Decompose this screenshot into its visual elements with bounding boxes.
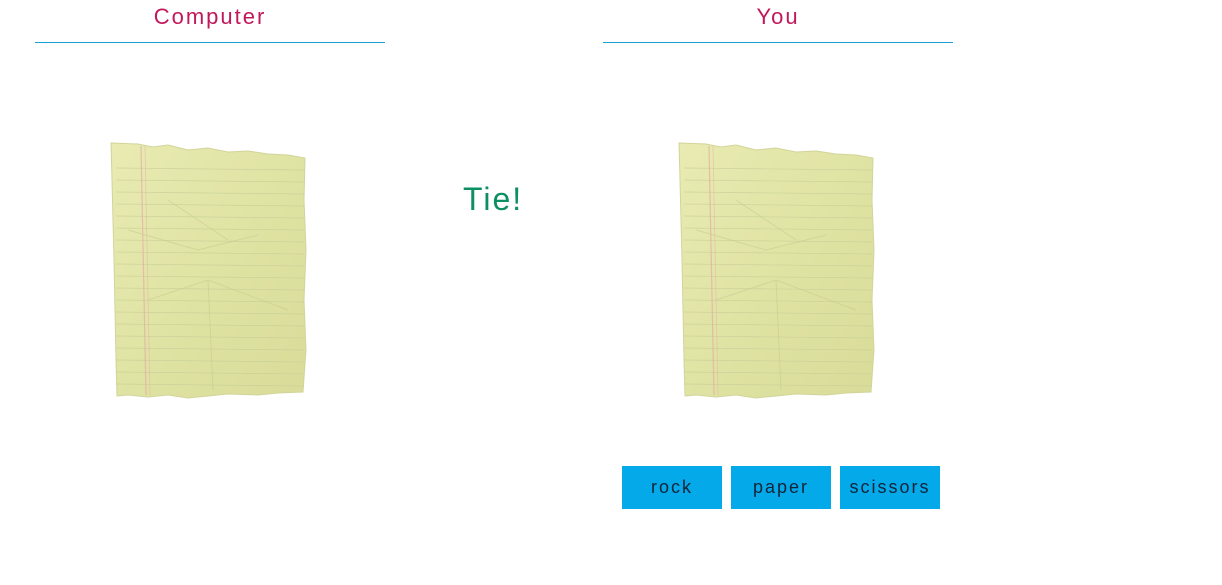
rock-button[interactable]: rock — [622, 466, 722, 509]
player-title: You — [756, 4, 800, 29]
result-message: Tie! — [463, 181, 524, 217]
player-divider — [603, 42, 953, 43]
computer-paper-image — [110, 142, 307, 399]
computer-title: Computer — [153, 4, 267, 29]
player-paper-image — [678, 142, 875, 399]
computer-divider — [35, 42, 385, 43]
scissors-button[interactable]: scissors — [840, 466, 940, 509]
paper-button[interactable]: paper — [731, 466, 831, 509]
